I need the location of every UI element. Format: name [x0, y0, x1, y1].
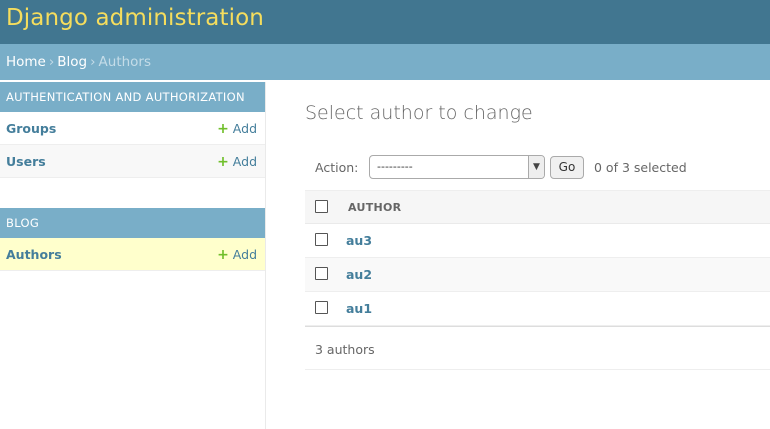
- column-header-author[interactable]: AUTHOR: [348, 201, 401, 214]
- sidebar-item-authors: Authors + Add: [0, 238, 265, 271]
- action-label: Action:: [315, 160, 359, 175]
- module-auth: Authentication and Authorization Groups …: [0, 82, 265, 178]
- module-caption-auth[interactable]: Authentication and Authorization: [0, 82, 265, 112]
- breadcrumb-separator: ›: [48, 54, 55, 70]
- author-link[interactable]: au2: [346, 267, 372, 282]
- breadcrumb-blog[interactable]: Blog: [57, 54, 87, 70]
- table-header: AUTHOR: [305, 190, 770, 224]
- action-select[interactable]: --------- ▼: [369, 155, 545, 179]
- action-select-value: ---------: [377, 160, 413, 173]
- sidebar-item-authors-link[interactable]: Authors: [6, 247, 62, 262]
- breadcrumb-home[interactable]: Home: [6, 54, 46, 70]
- table-row: au1: [305, 292, 770, 326]
- add-group-button[interactable]: + Add: [217, 121, 257, 137]
- breadcrumb: Home › Blog › Authors: [0, 44, 770, 80]
- sidebar-item-users-link[interactable]: Users: [6, 154, 46, 169]
- plus-icon: +: [217, 154, 229, 170]
- row-checkbox[interactable]: [315, 233, 328, 246]
- sidebar-item-users: Users + Add: [0, 145, 265, 178]
- row-checkbox[interactable]: [315, 301, 328, 314]
- page-title: Select author to change: [305, 102, 533, 124]
- add-label: Add: [232, 121, 257, 136]
- sidebar-item-groups: Groups + Add: [0, 112, 265, 145]
- module-caption-blog[interactable]: Blog: [0, 208, 265, 238]
- actions-bar: Action: --------- ▼ Go 0 of 3 selected: [305, 148, 770, 189]
- breadcrumb-separator: ›: [90, 54, 96, 70]
- add-label: Add: [232, 247, 257, 262]
- add-author-button[interactable]: + Add: [217, 247, 257, 263]
- result-table: AUTHOR au3 au2 au1 3 authors: [305, 190, 770, 370]
- add-user-button[interactable]: + Add: [217, 154, 257, 170]
- sidebar-item-groups-link[interactable]: Groups: [6, 121, 56, 136]
- row-checkbox[interactable]: [315, 267, 328, 280]
- table-row: au3: [305, 224, 770, 258]
- paginator: 3 authors: [305, 326, 770, 370]
- site-name[interactable]: Django administration: [6, 5, 264, 31]
- module-blog: Blog Authors + Add: [0, 208, 265, 271]
- table-row: au2: [305, 258, 770, 292]
- author-link[interactable]: au3: [346, 233, 372, 248]
- author-link[interactable]: au1: [346, 301, 372, 316]
- plus-icon: +: [217, 121, 229, 137]
- go-button[interactable]: Go: [550, 156, 584, 179]
- header: Django administration: [0, 0, 770, 44]
- sidebar: Authentication and Authorization Groups …: [0, 82, 266, 429]
- selection-counter: 0 of 3 selected: [594, 160, 687, 175]
- breadcrumb-current: Authors: [98, 54, 152, 70]
- add-label: Add: [232, 154, 257, 169]
- plus-icon: +: [217, 247, 229, 263]
- chevron-down-icon[interactable]: ▼: [528, 156, 544, 178]
- select-all-checkbox[interactable]: [315, 200, 328, 213]
